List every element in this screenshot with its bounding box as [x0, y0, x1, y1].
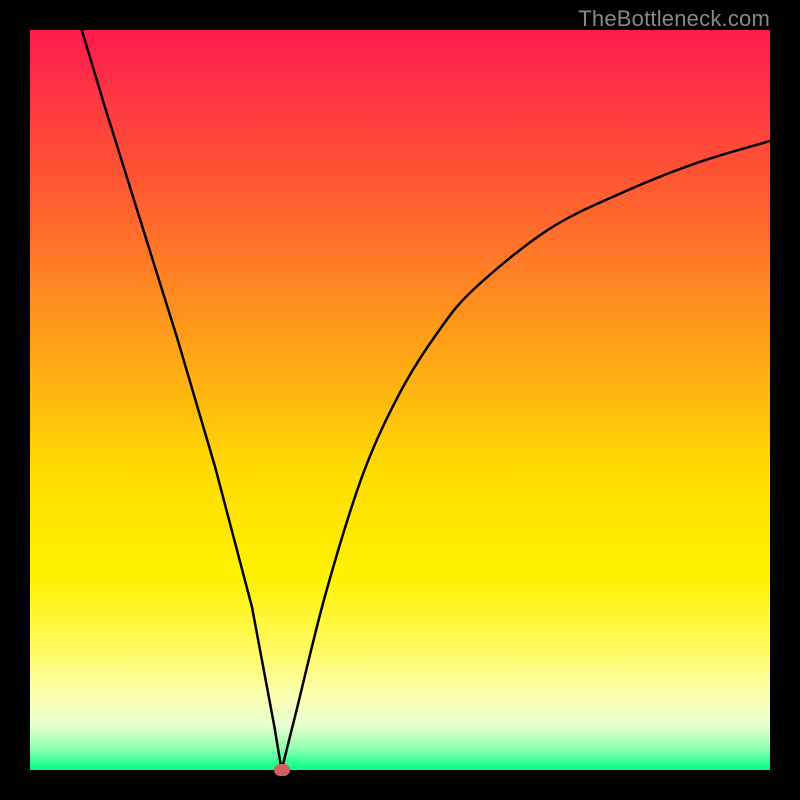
curve-left-branch	[82, 30, 282, 770]
chart-frame: TheBottleneck.com	[0, 0, 800, 800]
curve-right-branch	[282, 141, 770, 770]
curve-layer	[30, 30, 770, 770]
minimum-marker	[274, 764, 290, 776]
watermark-text: TheBottleneck.com	[578, 6, 770, 32]
